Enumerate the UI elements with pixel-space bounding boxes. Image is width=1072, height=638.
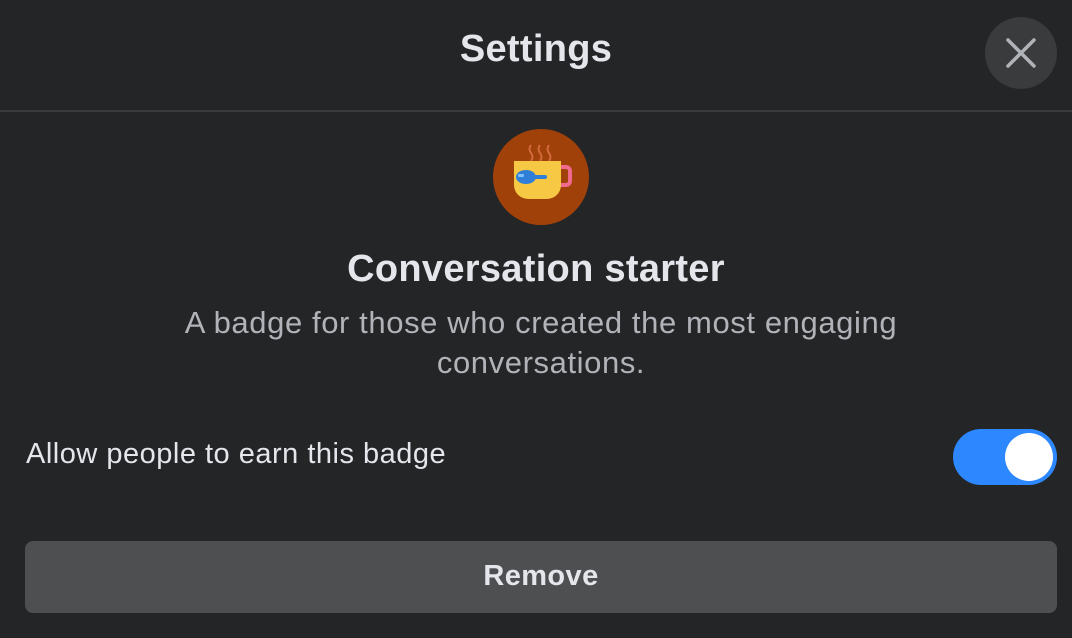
settings-dialog: Settings Conversation starter A badge fo… bbox=[0, 0, 1072, 638]
dialog-header: Settings bbox=[0, 0, 1072, 112]
remove-button-label: Remove bbox=[483, 560, 599, 592]
allow-earn-label: Allow people to earn this badge bbox=[26, 438, 447, 470]
close-button[interactable] bbox=[985, 17, 1057, 89]
remove-button[interactable]: Remove bbox=[25, 541, 1057, 613]
close-icon bbox=[1006, 38, 1036, 68]
allow-earn-toggle[interactable] bbox=[953, 429, 1057, 485]
dialog-title: Settings bbox=[459, 28, 613, 70]
coffee-cup-icon bbox=[493, 129, 589, 225]
badge-description: A badge for those who created the most e… bbox=[184, 305, 898, 380]
toggle-knob bbox=[1005, 433, 1053, 481]
badge-name: Conversation starter bbox=[347, 248, 725, 290]
